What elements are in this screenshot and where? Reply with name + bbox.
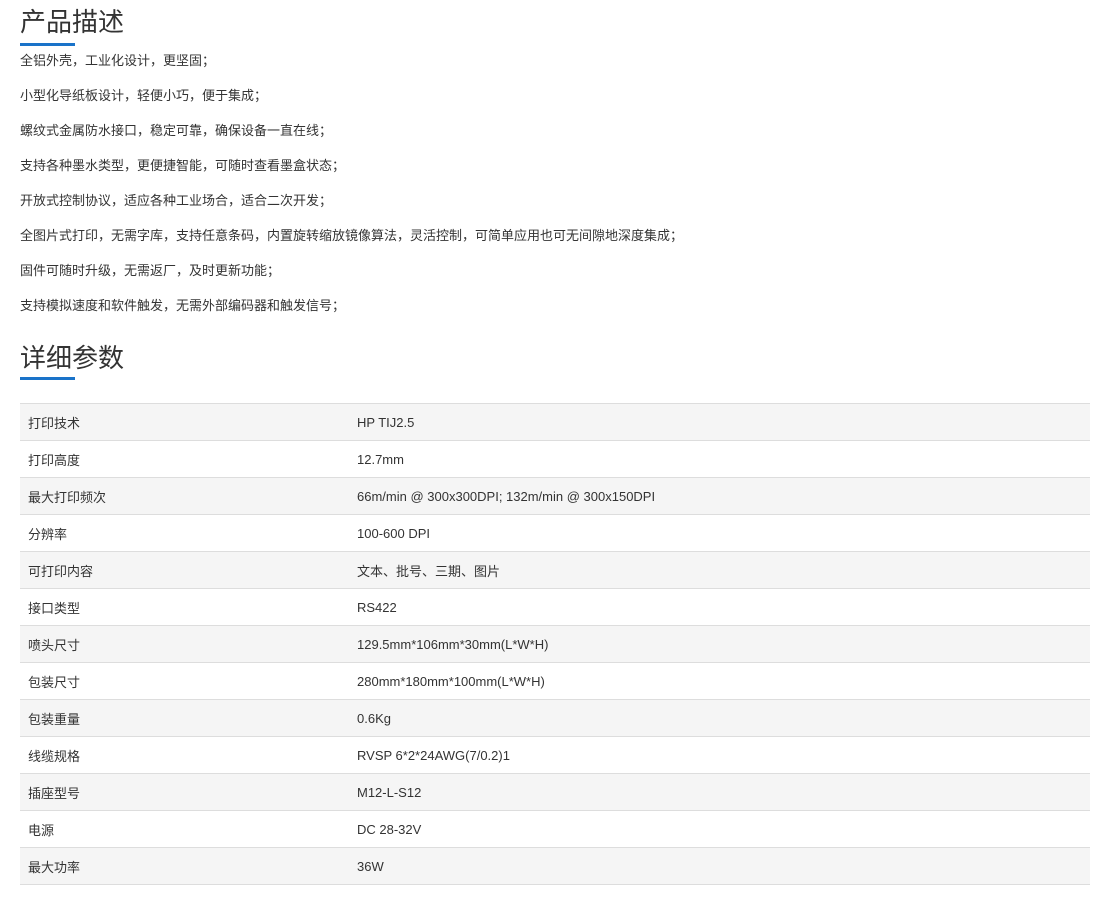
spec-key: 最大打印频次	[20, 477, 357, 515]
spec-value: 0.6Kg	[357, 699, 1090, 737]
spec-table: 打印技术 HP TIJ2.5 打印高度 12.7mm 最大打印频次 66m/mi…	[20, 403, 1090, 885]
spec-value: M12-L-S12	[357, 773, 1090, 811]
table-row: 可打印内容 文本、批号、三期、图片	[20, 551, 1090, 589]
spec-key: 可打印内容	[20, 551, 357, 589]
spec-key: 插座型号	[20, 773, 357, 811]
description-item: 全铝外壳，工业化设计，更坚固；	[20, 54, 216, 69]
description-item: 螺纹式金属防水接口，稳定可靠，确保设备一直在线；	[20, 124, 333, 139]
spec-key: 打印技术	[20, 403, 357, 441]
spec-value: 100-600 DPI	[357, 514, 1090, 552]
spec-key: 接口类型	[20, 588, 357, 626]
table-row: 分辨率 100-600 DPI	[20, 514, 1090, 552]
spec-value: RS422	[357, 588, 1090, 626]
description-item: 小型化导纸板设计，轻便小巧，便于集成；	[20, 89, 268, 104]
spec-value: HP TIJ2.5	[357, 403, 1090, 441]
table-row: 最大功率 36W	[20, 847, 1090, 885]
detailed-params-underline	[20, 377, 75, 380]
description-item: 开放式控制协议，适应各种工业场合，适合二次开发；	[20, 194, 333, 209]
description-item: 支持模拟速度和软件触发，无需外部编码器和触发信号；	[20, 299, 346, 314]
table-row: 包装尺寸 280mm*180mm*100mm(L*W*H)	[20, 662, 1090, 700]
table-row: 打印高度 12.7mm	[20, 440, 1090, 478]
spec-key: 线缆规格	[20, 736, 357, 774]
description-item: 固件可随时升级，无需返厂，及时更新功能；	[20, 264, 281, 279]
table-row: 喷头尺寸 129.5mm*106mm*30mm(L*W*H)	[20, 625, 1090, 663]
detailed-params-heading: 详细参数	[20, 344, 125, 374]
spec-value: RVSP 6*2*24AWG(7/0.2)1	[357, 736, 1090, 774]
spec-key: 分辨率	[20, 514, 357, 552]
product-description-underline	[20, 43, 75, 46]
table-row: 插座型号 M12-L-S12	[20, 773, 1090, 811]
table-row: 打印技术 HP TIJ2.5	[20, 403, 1090, 441]
table-row: 电源 DC 28-32V	[20, 810, 1090, 848]
spec-key: 打印高度	[20, 440, 357, 478]
product-description-list: 全铝外壳，工业化设计，更坚固； 小型化导纸板设计，轻便小巧，便于集成； 螺纹式金…	[20, 53, 683, 333]
spec-value: 280mm*180mm*100mm(L*W*H)	[357, 662, 1090, 700]
spec-key: 最大功率	[20, 847, 357, 885]
spec-key: 包装尺寸	[20, 662, 357, 700]
table-row: 包装重量 0.6Kg	[20, 699, 1090, 737]
table-row: 最大打印频次 66m/min @ 300x300DPI; 132m/min @ …	[20, 477, 1090, 515]
table-row: 接口类型 RS422	[20, 588, 1090, 626]
spec-value: 12.7mm	[357, 440, 1090, 478]
spec-key: 喷头尺寸	[20, 625, 357, 663]
description-item: 全图片式打印，无需字库，支持任意条码，内置旋转缩放镜像算法，灵活控制，可简单应用…	[20, 229, 684, 244]
spec-key: 电源	[20, 810, 357, 848]
spec-value: 66m/min @ 300x300DPI; 132m/min @ 300x150…	[357, 477, 1090, 515]
table-row: 线缆规格 RVSP 6*2*24AWG(7/0.2)1	[20, 736, 1090, 774]
spec-value: 36W	[357, 847, 1090, 885]
spec-value: 文本、批号、三期、图片	[357, 551, 1090, 589]
product-description-heading: 产品描述	[20, 8, 125, 38]
description-item: 支持各种墨水类型，更便捷智能，可随时查看墨盒状态；	[20, 159, 346, 174]
spec-value: 129.5mm*106mm*30mm(L*W*H)	[357, 625, 1090, 663]
spec-key: 包装重量	[20, 699, 357, 737]
spec-value: DC 28-32V	[357, 810, 1090, 848]
